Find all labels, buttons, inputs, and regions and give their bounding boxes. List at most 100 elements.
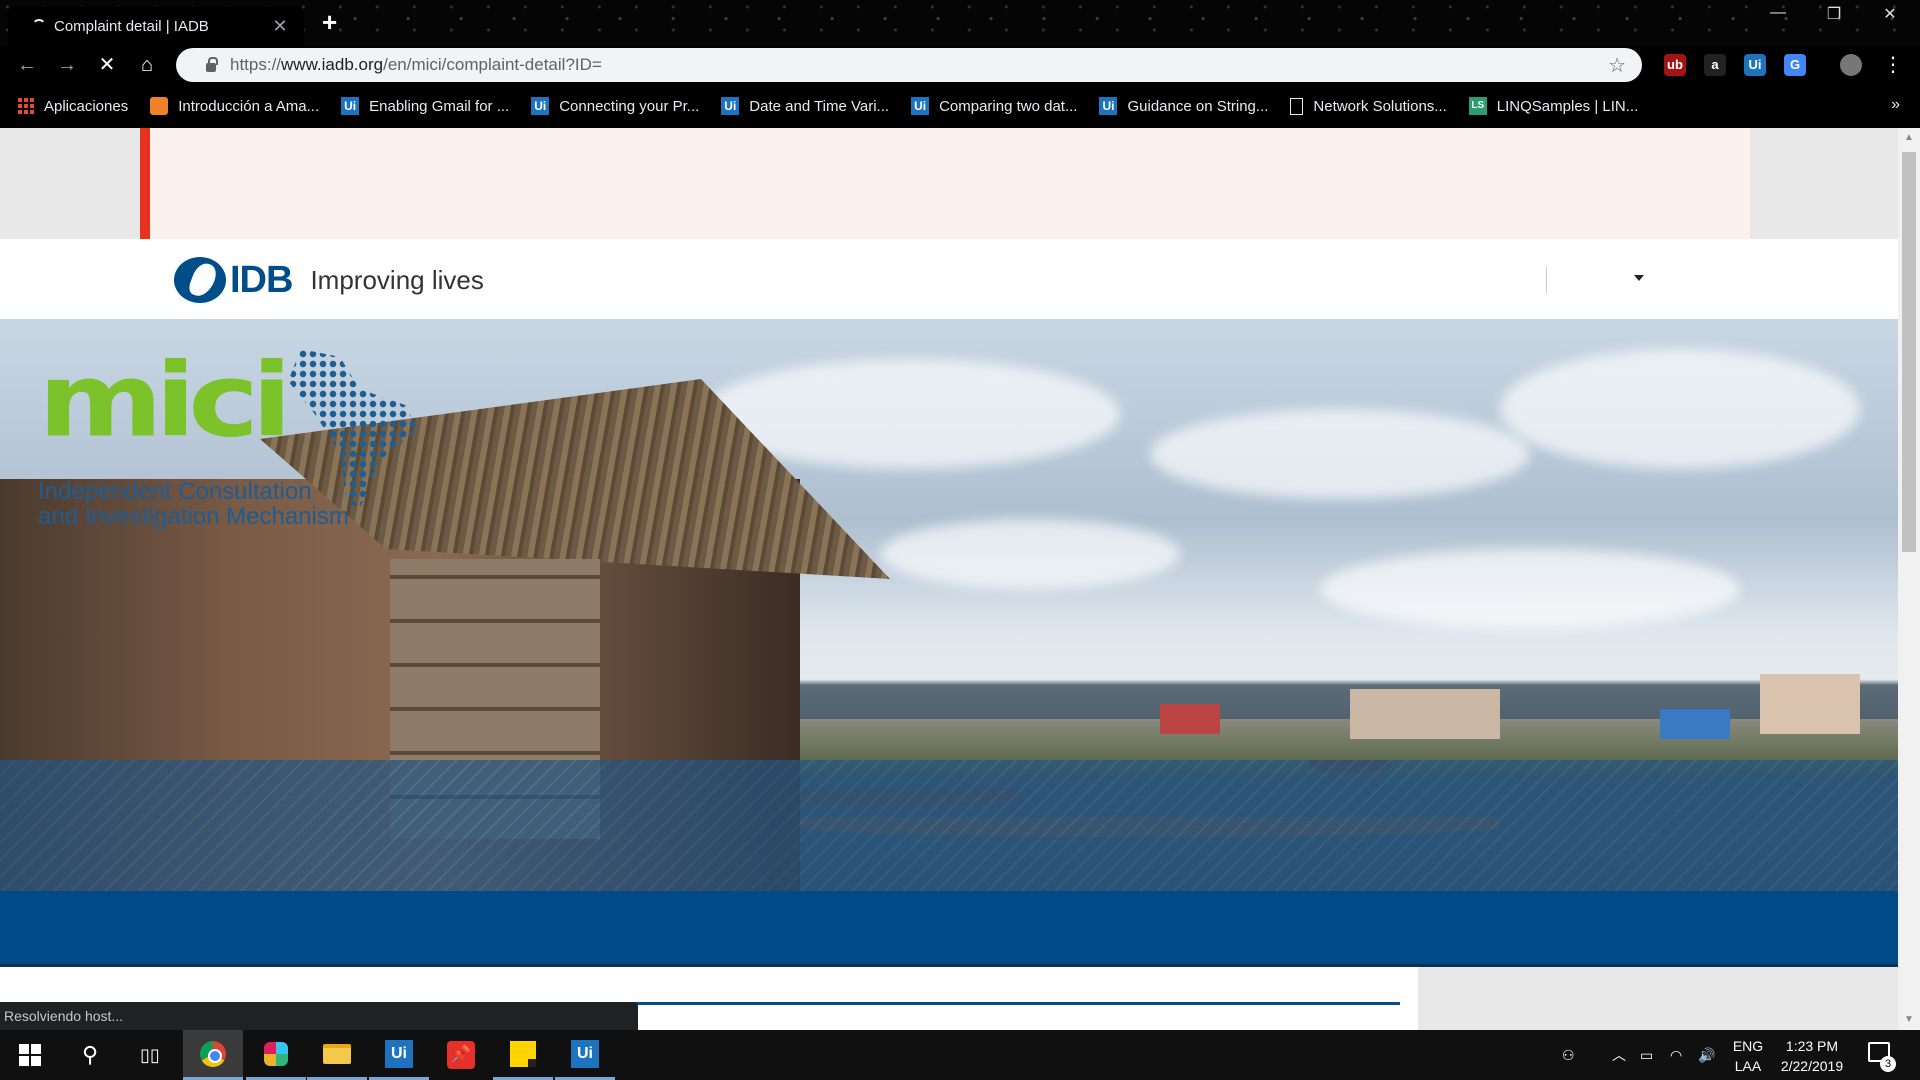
- page-viewport: IDB Improving lives mici Independent Con…: [0, 128, 1898, 1030]
- sticky-notes-icon: [510, 1040, 536, 1067]
- scrollbar-thumb[interactable]: [1902, 152, 1916, 552]
- chrome-icon: [200, 1040, 226, 1067]
- uipath-icon: Ui: [1099, 97, 1118, 115]
- tray-chevron-up-icon[interactable]: ︿: [1612, 1030, 1626, 1080]
- bookmark-label: Comparing two dat...: [939, 97, 1078, 115]
- url-text[interactable]: https://www.iadb.org/en/mici/complaint-d…: [230, 55, 1608, 75]
- browser-menu-icon[interactable]: ⋮: [1880, 52, 1906, 78]
- start-button[interactable]: [0, 1030, 60, 1080]
- back-arrow-icon[interactable]: ←: [14, 52, 40, 78]
- taskbar-uipath-studio[interactable]: Ui: [369, 1030, 429, 1080]
- forward-arrow-icon[interactable]: →: [54, 52, 80, 78]
- blue-title-band: [0, 891, 1898, 967]
- bookmark-label: Enabling Gmail for ...: [369, 97, 510, 115]
- bookmarks-overflow-icon[interactable]: »: [1891, 96, 1900, 114]
- restore-button[interactable]: ❐: [1814, 4, 1854, 24]
- language-dropdown-caret-icon[interactable]: [1634, 275, 1644, 281]
- status-bubble: Resolviendo host...: [0, 1002, 638, 1030]
- scroll-down-arrow-icon[interactable]: ▼: [1904, 1014, 1914, 1025]
- uipath-extension-icon[interactable]: Ui: [1744, 54, 1766, 76]
- input-language[interactable]: ENG LAA: [1728, 1036, 1768, 1076]
- windows-logo-icon: [19, 1044, 41, 1066]
- bookmark-label: Introducción a Ama...: [178, 97, 320, 115]
- bookmark-item[interactable]: Introducción a Ama...: [150, 97, 319, 115]
- bookmark-label: LINQSamples | LIN...: [1496, 97, 1639, 115]
- scroll-up-arrow-icon[interactable]: ▲: [1904, 132, 1914, 143]
- windows-taskbar: ⚲ ▯▯ Ui 📌 Ui ⚇ ︿ ▭ ◠ 🔊 ENG LAA 1:23 PM 2…: [0, 1030, 1920, 1080]
- keyboard-layout: LAA: [1734, 1058, 1762, 1074]
- language-code: ENG: [1732, 1038, 1764, 1054]
- bookmark-item[interactable]: Ui Guidance on String...: [1099, 97, 1268, 115]
- minimize-button[interactable]: —: [1758, 4, 1798, 22]
- bookmark-item[interactable]: Ui Date and Time Vari...: [721, 97, 889, 115]
- side-panel: [1418, 967, 1898, 1030]
- idb-tagline: Improving lives: [310, 264, 484, 295]
- address-bar[interactable]: https://www.iadb.org/en/mici/complaint-d…: [176, 48, 1642, 82]
- wifi-icon[interactable]: ◠: [1670, 1030, 1682, 1080]
- hero-banner: mici Independent Consultation and Invest…: [0, 319, 1898, 891]
- mici-logo: mici Independent Consultation and Invest…: [38, 342, 418, 530]
- tab-close-icon[interactable]: ✕: [270, 16, 290, 37]
- bookmark-item[interactable]: Network Solutions...: [1290, 97, 1447, 115]
- idb-globe-icon: [174, 257, 226, 303]
- page-icon: [1290, 97, 1304, 115]
- bookmark-label: Connecting your Pr...: [559, 97, 700, 115]
- loading-spinner-icon: [32, 19, 46, 33]
- header-divider: [1546, 267, 1547, 293]
- uipath-icon: Ui: [341, 97, 360, 115]
- browser-toolbar: ← → ✕ ⌂ https://www.iadb.org/en/mici/com…: [0, 46, 1920, 84]
- new-tab-button[interactable]: +: [322, 7, 337, 38]
- system-clock[interactable]: 1:23 PM 2/22/2019: [1770, 1036, 1854, 1076]
- home-icon[interactable]: ⌂: [134, 52, 160, 78]
- bookmark-item[interactable]: Ui Enabling Gmail for ...: [341, 97, 509, 115]
- taskbar-chrome[interactable]: [183, 1030, 243, 1080]
- pushpin-icon: 📌: [447, 1041, 475, 1069]
- lock-icon[interactable]: [206, 56, 218, 72]
- battery-icon[interactable]: ▭: [1640, 1030, 1653, 1080]
- mici-subtitle-line-2: and Investigation Mechanism: [38, 503, 349, 530]
- bookmark-item[interactable]: LS LINQSamples | LIN...: [1468, 97, 1639, 115]
- search-icon: ⚲: [81, 1042, 99, 1067]
- bookmark-star-icon[interactable]: ☆: [1608, 53, 1626, 78]
- browser-tab-active[interactable]: Complaint detail | IADB ✕: [8, 6, 304, 46]
- clock-date: 2/22/2019: [1780, 1058, 1844, 1074]
- bookmark-label: Network Solutions...: [1313, 97, 1447, 115]
- taskbar-uipath-robot[interactable]: Ui: [555, 1030, 615, 1080]
- uipath-icon: Ui: [911, 97, 930, 115]
- search-button[interactable]: ⚲: [60, 1030, 120, 1080]
- bookmark-item[interactable]: Ui Connecting your Pr...: [531, 97, 699, 115]
- people-icon[interactable]: ⚇: [1562, 1030, 1575, 1080]
- amazon-extension-icon[interactable]: a: [1704, 54, 1726, 76]
- profile-avatar-icon[interactable]: [1840, 54, 1862, 76]
- task-view-button[interactable]: ▯▯: [120, 1030, 180, 1080]
- uipath-icon: Ui: [385, 1039, 413, 1068]
- taskbar-slack[interactable]: [246, 1030, 306, 1080]
- idb-logo[interactable]: IDB Improving lives: [174, 257, 484, 303]
- volume-icon[interactable]: 🔊: [1698, 1030, 1715, 1080]
- task-view-icon: ▯▯: [140, 1044, 160, 1065]
- close-window-button[interactable]: ✕: [1870, 4, 1910, 24]
- taskbar-sticky-notes[interactable]: [493, 1030, 553, 1080]
- mici-subtitle-line-1: Independent Consultation: [38, 478, 312, 505]
- linqsamples-icon: LS: [1468, 97, 1487, 115]
- bookmark-label: Aplicaciones: [44, 97, 129, 115]
- bookmark-apps[interactable]: Aplicaciones: [18, 98, 128, 115]
- hexagon-icon: [150, 97, 169, 115]
- alert-banner: [140, 128, 1750, 239]
- idb-logo-text: IDB: [230, 258, 293, 301]
- clock-time: 1:23 PM: [1785, 1038, 1839, 1054]
- page-scrollbar[interactable]: ▲ ▼: [1898, 128, 1920, 1030]
- taskbar-pin-app[interactable]: 📌: [431, 1030, 491, 1080]
- mici-wordmark: mici: [38, 342, 292, 461]
- ublock-extension-icon[interactable]: ub: [1664, 54, 1686, 76]
- bookmark-label: Date and Time Vari...: [749, 97, 890, 115]
- tab-title: Complaint detail | IADB: [54, 17, 209, 35]
- bookmarks-bar: Aplicaciones Introducción a Ama... Ui En…: [0, 84, 1920, 128]
- bookmark-label: Guidance on String...: [1127, 97, 1269, 115]
- translate-extension-icon[interactable]: G: [1784, 54, 1806, 76]
- folder-icon: [323, 1043, 351, 1064]
- stop-loading-icon[interactable]: ✕: [94, 52, 120, 78]
- bookmark-item[interactable]: Ui Comparing two dat...: [911, 97, 1077, 115]
- taskbar-file-explorer[interactable]: [307, 1030, 367, 1080]
- uipath-icon: Ui: [721, 97, 740, 115]
